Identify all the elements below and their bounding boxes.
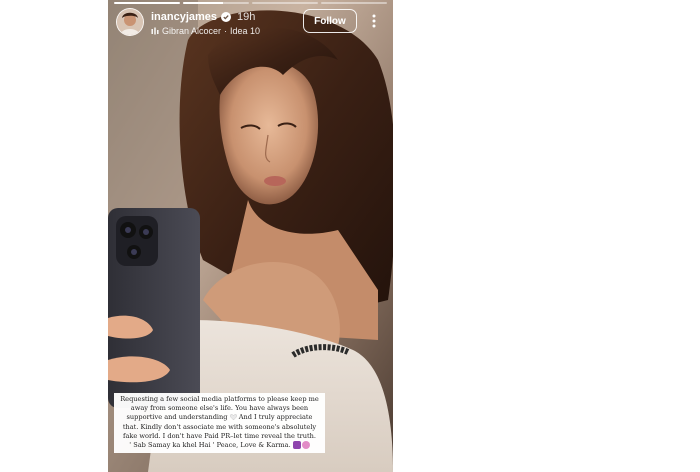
progress-segment (252, 2, 318, 4)
music-artist: Gibran Alcocer (162, 26, 222, 36)
music-separator: · (224, 26, 228, 36)
username-row: inancyjames 19h (151, 10, 255, 24)
post-time: 19h (237, 11, 256, 23)
story-progress-bars (114, 2, 387, 4)
caption-line-with-heart: supportive and understanding And I truly… (117, 413, 322, 422)
caption-line: Requesting a few social media platforms … (120, 395, 319, 403)
more-options-button[interactable] (365, 10, 383, 32)
follow-button[interactable]: Follow (303, 9, 357, 33)
white-heart-icon (229, 414, 237, 421)
caption-line: fake world. I don't have Paid PR–let tim… (123, 431, 316, 440)
caption-line-with-emoji: ' Sab Samay ka khel Hai ' Peace, Love & … (117, 441, 322, 450)
verified-badge-icon (221, 12, 232, 22)
caption-line: that. Kindly don't associate me with som… (122, 422, 317, 431)
music-bars-icon (151, 27, 159, 35)
music-attribution[interactable]: Gibran Alcocer · Idea 10 (151, 25, 260, 37)
avatar[interactable] (116, 8, 144, 36)
story-caption: Requesting a few social media platforms … (114, 393, 325, 454)
story-viewer[interactable]: inancyjames 19h Gibran Alcocer · Idea 10… (108, 0, 393, 472)
avatar-image (117, 9, 143, 35)
progress-fill (114, 2, 180, 4)
caption-line: away from someone else's life. You have … (130, 404, 309, 413)
more-vertical-icon (372, 14, 376, 28)
music-track: Idea 10 (230, 26, 261, 36)
caption-line: And I truly appreciate (238, 413, 313, 422)
caption-line: ' Sab Samay ka khel Hai ' Peace, Love & … (129, 441, 291, 450)
progress-segment (114, 2, 180, 4)
progress-segment (321, 2, 387, 4)
progress-fill (183, 2, 223, 4)
caption-line: supportive and understanding (126, 413, 228, 422)
om-emoji-icon (292, 441, 301, 450)
username[interactable]: inancyjames (151, 11, 217, 23)
story-header: inancyjames 19h Gibran Alcocer · Idea 10… (116, 8, 385, 38)
progress-segment (183, 2, 249, 4)
flower-emoji-icon (301, 441, 310, 450)
